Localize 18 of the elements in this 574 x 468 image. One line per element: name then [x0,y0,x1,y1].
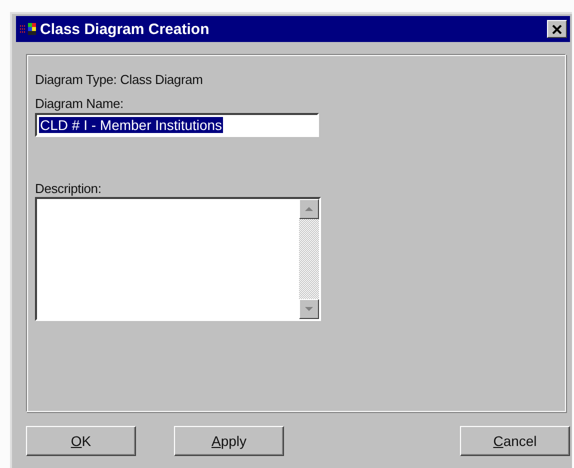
scroll-down-button[interactable] [299,299,319,319]
dialog-button[interactable]: Cancel [460,426,570,456]
scroll-up-button[interactable] [299,199,319,219]
diagram-name-field[interactable]: CLD # I - Member Institutions [35,113,319,137]
diagram-name-value: CLD # I - Member Institutions [39,117,224,133]
up-arrow-icon [305,207,313,211]
window-title: Class Diagram Creation [40,20,210,38]
down-arrow-icon [305,307,313,311]
scroll-bar[interactable] [299,199,319,319]
close-button[interactable] [547,20,567,38]
dialog-button[interactable]: Apply [174,426,284,456]
dialog-button[interactable]: OK [26,426,136,456]
diagram-name-label: Diagram Name: [35,96,124,111]
description-label: Description: [35,181,102,196]
close-icon [552,24,562,34]
diagram-type-label: Diagram Type: Class Diagram [35,72,204,87]
description-field[interactable] [35,197,321,321]
app-icon [20,23,36,35]
